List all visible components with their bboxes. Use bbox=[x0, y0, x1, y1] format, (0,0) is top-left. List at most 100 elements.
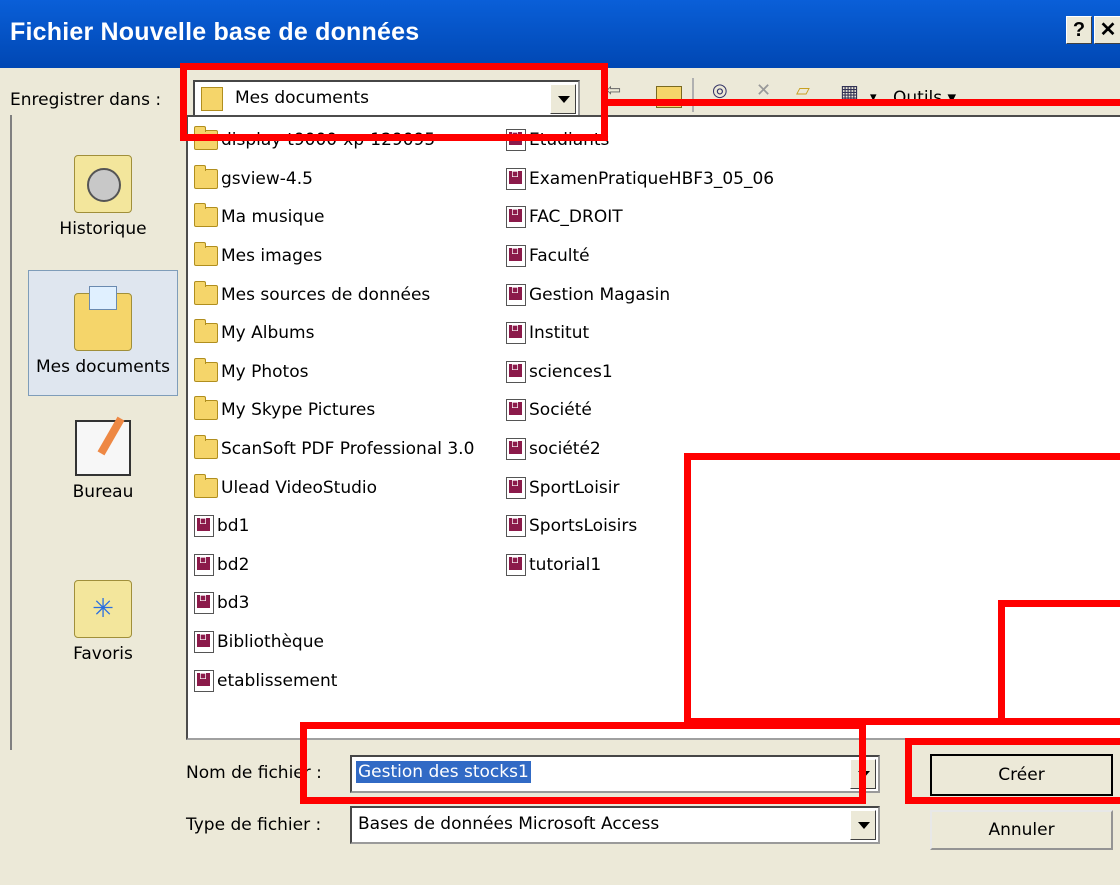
file-name: SportsLoisirs bbox=[529, 516, 638, 537]
database-file-item[interactable]: ExamenPratiqueHBF3_05_06 bbox=[506, 160, 774, 199]
file-name: My Skype Pictures bbox=[221, 400, 376, 421]
help-button[interactable]: ? bbox=[1066, 16, 1092, 44]
place-my-documents[interactable]: Mes documents bbox=[28, 270, 178, 396]
filename-value[interactable]: Gestion des stocks1 bbox=[356, 761, 531, 783]
chevron-down-icon[interactable] bbox=[550, 84, 576, 114]
database-file-item[interactable]: bd2 bbox=[194, 546, 474, 585]
folder-icon bbox=[194, 242, 218, 267]
folder-item[interactable]: Mes sources de données bbox=[194, 275, 474, 314]
file-name: Etudiants bbox=[529, 130, 610, 151]
back-icon[interactable]: ⇦ bbox=[606, 80, 621, 110]
delete-icon[interactable]: ✕ bbox=[756, 80, 771, 110]
folder-item[interactable]: My Albums bbox=[194, 314, 474, 353]
access-database-icon bbox=[194, 629, 214, 654]
filetype-label: Type de fichier : bbox=[186, 815, 322, 835]
close-button[interactable]: ✕ bbox=[1094, 16, 1120, 44]
file-name: Faculté bbox=[529, 246, 590, 267]
history-icon bbox=[74, 155, 132, 213]
new-folder-icon[interactable]: ▱ bbox=[796, 80, 810, 110]
place-desktop[interactable]: Bureau bbox=[28, 416, 178, 530]
folder-item[interactable]: Ma musique bbox=[194, 198, 474, 237]
folder-item[interactable]: Mes images bbox=[194, 237, 474, 276]
folder-item[interactable]: Ulead VideoStudio bbox=[194, 468, 474, 507]
file-name: display-t9000-xp-129095 bbox=[221, 130, 436, 151]
database-file-item[interactable]: Gestion Magasin bbox=[506, 275, 774, 314]
access-database-icon bbox=[506, 436, 526, 461]
save-in-dropdown[interactable]: Mes documents bbox=[193, 80, 580, 118]
file-name: ExamenPratiqueHBF3_05_06 bbox=[529, 168, 775, 189]
database-file-item[interactable]: Institut bbox=[506, 314, 774, 353]
file-name: Mes sources de données bbox=[221, 284, 431, 305]
file-name: gsview-4.5 bbox=[221, 168, 313, 189]
database-file-item[interactable]: etablissement bbox=[194, 661, 474, 700]
filetype-dropdown[interactable]: Bases de données Microsoft Access bbox=[350, 806, 880, 844]
folder-icon bbox=[194, 396, 218, 421]
file-name: sciences1 bbox=[529, 361, 613, 382]
tools-menu[interactable]: Outils ▾ bbox=[893, 88, 956, 118]
cancel-button[interactable]: Annuler bbox=[930, 810, 1113, 850]
folder-item[interactable]: display-t9000-xp-129095 bbox=[194, 121, 474, 160]
access-database-icon bbox=[506, 243, 526, 268]
database-file-item[interactable]: société2 bbox=[506, 430, 774, 469]
desktop-icon bbox=[75, 416, 131, 476]
database-file-item[interactable]: Société bbox=[506, 391, 774, 430]
access-database-icon bbox=[506, 397, 526, 422]
chevron-down-icon[interactable] bbox=[850, 810, 876, 840]
file-name: My Photos bbox=[221, 361, 309, 382]
file-name: ScanSoft PDF Professional 3.0 bbox=[221, 439, 475, 460]
folder-item[interactable]: My Photos bbox=[194, 353, 474, 392]
place-label: Historique bbox=[59, 219, 147, 239]
access-database-icon bbox=[194, 590, 214, 615]
chevron-down-icon[interactable] bbox=[850, 759, 876, 789]
place-favorites[interactable]: ✳ Favoris bbox=[28, 580, 178, 690]
folder-item[interactable]: ScanSoft PDF Professional 3.0 bbox=[194, 430, 474, 469]
title-bar: Fichier Nouvelle base de données ? ✕ bbox=[0, 0, 1120, 68]
file-column-2: Etudiants ExamenPratiqueHBF3_05_06 FAC_DRO… bbox=[506, 121, 774, 584]
file-name: etablissement bbox=[217, 670, 338, 691]
folder-icon bbox=[194, 435, 218, 460]
access-database-icon bbox=[506, 282, 526, 306]
file-list[interactable]: display-t9000-xp-129095 gsview-4.5 Ma musi… bbox=[186, 115, 1120, 740]
file-name: My Albums bbox=[221, 323, 315, 344]
file-column-1: display-t9000-xp-129095 gsview-4.5 Ma musi… bbox=[194, 121, 474, 700]
access-database-icon bbox=[194, 552, 214, 576]
place-label: Bureau bbox=[72, 482, 134, 502]
access-database-icon bbox=[506, 127, 526, 152]
file-name: bd3 bbox=[217, 593, 250, 614]
folder-icon bbox=[194, 280, 218, 305]
place-history[interactable]: Historique bbox=[28, 155, 178, 255]
filename-field[interactable]: Gestion des stocks1 bbox=[350, 755, 880, 793]
file-name: Gestion Magasin bbox=[529, 284, 671, 305]
database-file-item[interactable]: bd1 bbox=[194, 507, 474, 546]
database-file-item[interactable]: SportsLoisirs bbox=[506, 507, 774, 546]
place-label: Favoris bbox=[73, 644, 133, 664]
toolbar-separator bbox=[692, 78, 694, 112]
database-file-item[interactable]: FAC_DROIT bbox=[506, 198, 774, 237]
access-database-icon bbox=[506, 552, 526, 576]
database-file-item[interactable]: Etudiants bbox=[506, 121, 774, 160]
file-name: Ma musique bbox=[221, 207, 325, 228]
access-database-icon bbox=[194, 513, 214, 538]
file-name: société2 bbox=[529, 439, 601, 460]
database-file-item[interactable]: SportLoisir bbox=[506, 468, 774, 507]
places-bar: Historique Mes documents Bureau ✳ Favori… bbox=[10, 115, 180, 750]
database-file-item[interactable]: tutorial1 bbox=[506, 546, 774, 585]
my-documents-small-icon bbox=[201, 87, 223, 111]
database-file-item[interactable]: Bibliothèque bbox=[194, 623, 474, 662]
access-database-icon bbox=[506, 359, 526, 383]
views-icon[interactable]: ▦ bbox=[840, 80, 859, 110]
database-file-item[interactable]: bd3 bbox=[194, 584, 474, 623]
file-name: Société bbox=[529, 400, 592, 421]
up-folder-icon[interactable] bbox=[656, 86, 682, 108]
place-label: Mes documents bbox=[35, 357, 171, 377]
folder-icon bbox=[194, 319, 218, 344]
create-button[interactable]: Créer bbox=[930, 754, 1113, 796]
folder-item[interactable]: My Skype Pictures bbox=[194, 391, 474, 430]
annotation-line-top bbox=[608, 99, 1120, 106]
search-web-icon[interactable]: ◎ bbox=[712, 80, 728, 110]
folder-item[interactable]: gsview-4.5 bbox=[194, 160, 474, 199]
save-in-value: Mes documents bbox=[235, 88, 370, 108]
database-file-item[interactable]: sciences1 bbox=[506, 353, 774, 392]
file-name: SportLoisir bbox=[529, 477, 620, 498]
database-file-item[interactable]: Faculté bbox=[506, 237, 774, 276]
